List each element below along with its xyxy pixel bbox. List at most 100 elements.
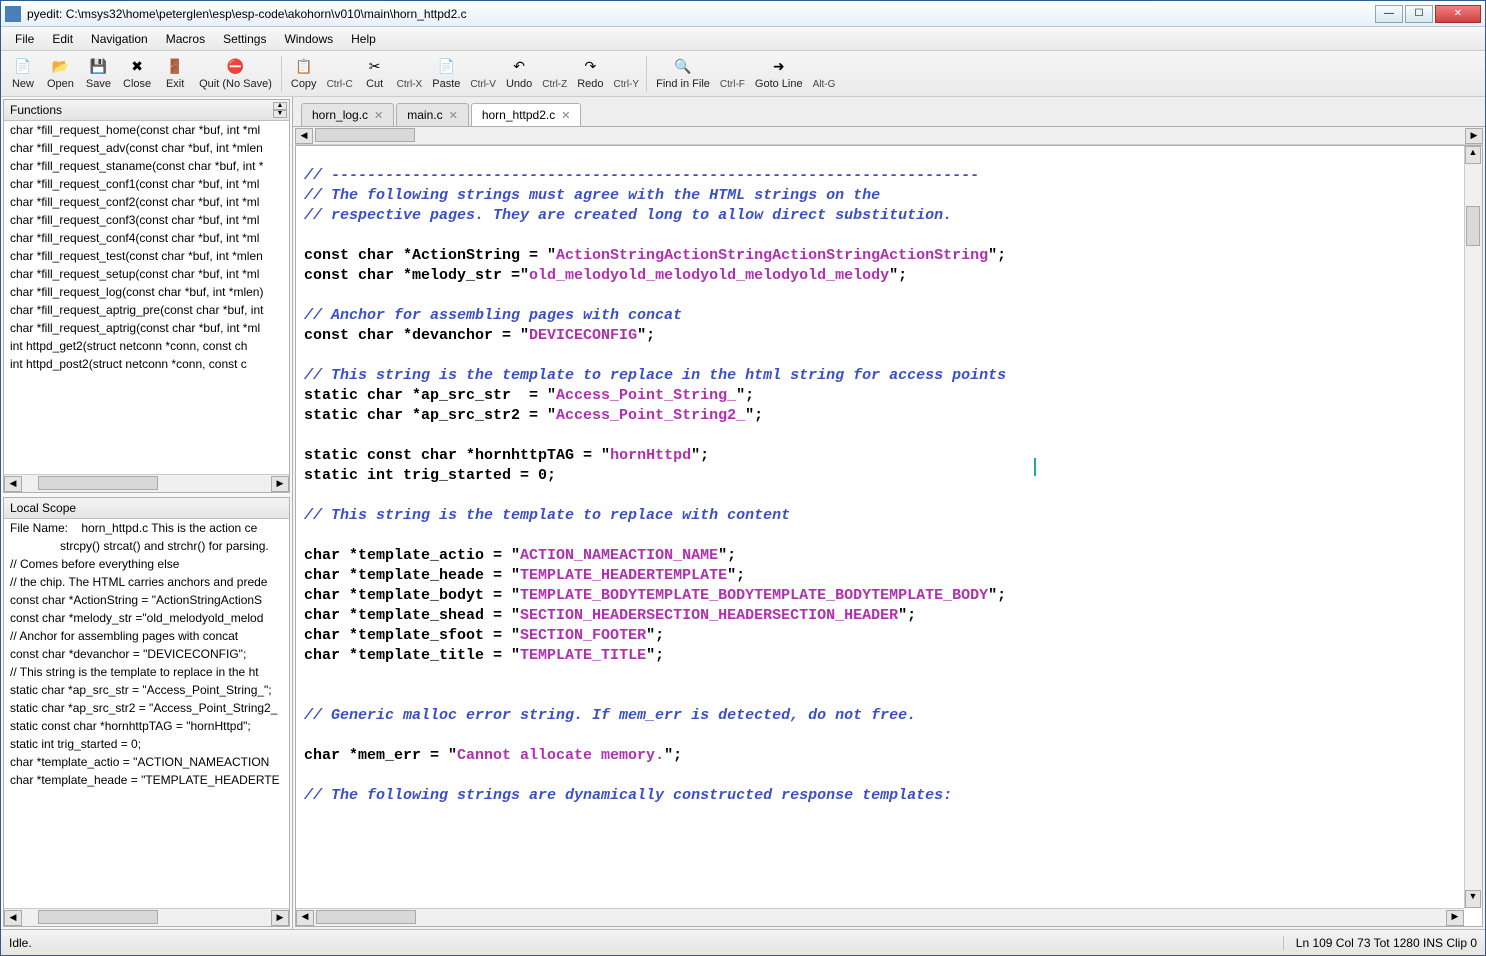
list-item[interactable]: File Name: horn_httpd.c This is the acti…	[4, 519, 289, 537]
cut-icon: ✂	[366, 58, 384, 76]
cut-button[interactable]: ✂Cut	[357, 56, 393, 92]
copy-button[interactable]: 📋Copy	[285, 56, 323, 92]
editor-vscroll[interactable]: ▲ ▼	[1464, 146, 1482, 908]
list-item[interactable]: // This string is the template to replac…	[4, 663, 289, 681]
paste-icon: 📄	[437, 58, 455, 76]
list-item[interactable]: char *fill_request_aptrig(const char *bu…	[4, 319, 289, 337]
list-item[interactable]: char *template_heade = "TEMPLATE_HEADERT…	[4, 771, 289, 789]
list-item[interactable]: // Anchor for assembling pages with conc…	[4, 627, 289, 645]
close-tab-icon[interactable]: ✕	[561, 109, 570, 122]
tab-main[interactable]: main.c✕	[396, 103, 469, 126]
functions-panel: Functions ▲▼ char *fill_request_home(con…	[3, 99, 290, 493]
list-item[interactable]: char *fill_request_conf3(const char *buf…	[4, 211, 289, 229]
list-item[interactable]: char *fill_request_conf1(const char *buf…	[4, 175, 289, 193]
new-button[interactable]: 📄New	[5, 56, 41, 92]
paste-button[interactable]: 📄Paste	[426, 56, 466, 92]
goto-line-button[interactable]: ➜Goto Line	[749, 56, 809, 92]
list-item[interactable]: static int trig_started = 0;	[4, 735, 289, 753]
functions-header: Functions ▲▼	[4, 100, 289, 121]
list-item[interactable]: const char *devanchor = "DEVICECONFIG";	[4, 645, 289, 663]
list-item[interactable]: char *fill_request_setup(const char *buf…	[4, 265, 289, 283]
list-item[interactable]: char *fill_request_conf4(const char *buf…	[4, 229, 289, 247]
list-item[interactable]: int httpd_get2(struct netconn *conn, con…	[4, 337, 289, 355]
list-item[interactable]: static char *ap_src_str2 = "Access_Point…	[4, 699, 289, 717]
menu-navigation[interactable]: Navigation	[83, 29, 156, 49]
list-item[interactable]: const char *melody_str ="old_melodyold_m…	[4, 609, 289, 627]
list-item[interactable]: char *fill_request_aptrig_pre(const char…	[4, 301, 289, 319]
quit-nosave-button[interactable]: ⛔Quit (No Save)	[193, 56, 278, 92]
list-item[interactable]: // the chip. The HTML carries anchors an…	[4, 573, 289, 591]
scroll-left-icon[interactable]: ◀	[296, 910, 314, 926]
scroll-down-icon[interactable]: ▼	[273, 110, 287, 118]
scroll-left-icon[interactable]: ◀	[295, 128, 313, 144]
close-file-button[interactable]: ✖Close	[117, 56, 157, 92]
list-item[interactable]: char *fill_request_log(const char *buf, …	[4, 283, 289, 301]
scroll-right-icon[interactable]: ▶	[271, 476, 289, 492]
list-item[interactable]: char *fill_request_adv(const char *buf, …	[4, 139, 289, 157]
menu-macros[interactable]: Macros	[158, 29, 213, 49]
close-tab-icon[interactable]: ✕	[449, 109, 458, 122]
scroll-down-icon[interactable]: ▼	[1465, 890, 1481, 908]
status-message: Idle.	[9, 936, 1283, 950]
exit-button[interactable]: 🚪Exit	[157, 56, 193, 92]
functions-list[interactable]: char *fill_request_home(const char *buf,…	[4, 121, 289, 474]
scroll-thumb[interactable]	[1466, 206, 1480, 246]
hscrollbar[interactable]: ◀▶	[4, 474, 289, 492]
menu-help[interactable]: Help	[343, 29, 384, 49]
maximize-button[interactable]: ☐	[1405, 5, 1433, 23]
menu-file[interactable]: File	[7, 29, 42, 49]
menubar: File Edit Navigation Macros Settings Win…	[1, 27, 1485, 51]
scroll-thumb[interactable]	[315, 128, 415, 142]
open-button[interactable]: 📂Open	[41, 56, 80, 92]
scroll-thumb[interactable]	[38, 910, 158, 924]
app-window: pyedit: C:\msys32\home\peterglen\esp\esp…	[0, 0, 1486, 956]
list-item[interactable]: int httpd_post2(struct netconn *conn, co…	[4, 355, 289, 373]
menu-edit[interactable]: Edit	[44, 29, 81, 49]
editor-area: horn_log.c✕ main.c✕ horn_httpd2.c✕ ◀ ▶ /…	[293, 97, 1485, 929]
code-content[interactable]: // -------------------------------------…	[296, 146, 1482, 814]
app-icon	[5, 6, 21, 22]
scroll-thumb[interactable]	[316, 910, 416, 924]
find-button[interactable]: 🔍Find in File	[650, 56, 716, 92]
tab-horn-httpd2[interactable]: horn_httpd2.c✕	[471, 103, 582, 126]
main-area: Functions ▲▼ char *fill_request_home(con…	[1, 97, 1485, 929]
separator	[646, 56, 647, 92]
close-button[interactable]: ✕	[1435, 5, 1481, 23]
list-item[interactable]: static const char *hornhttpTAG = "hornHt…	[4, 717, 289, 735]
scroll-right-icon[interactable]: ▶	[1465, 128, 1483, 144]
save-button[interactable]: 💾Save	[80, 56, 117, 92]
hscrollbar[interactable]: ◀▶	[4, 908, 289, 926]
code-editor[interactable]: // -------------------------------------…	[295, 145, 1483, 927]
tab-horn-log[interactable]: horn_log.c✕	[301, 103, 394, 126]
list-item[interactable]: char *fill_request_conf2(const char *buf…	[4, 193, 289, 211]
list-item[interactable]: char *fill_request_home(const char *buf,…	[4, 121, 289, 139]
list-item[interactable]: char *fill_request_staname(const char *b…	[4, 157, 289, 175]
list-item[interactable]: char *fill_request_test(const char *buf,…	[4, 247, 289, 265]
menu-windows[interactable]: Windows	[276, 29, 341, 49]
close-tab-icon[interactable]: ✕	[374, 109, 383, 122]
menu-settings[interactable]: Settings	[215, 29, 274, 49]
titlebar[interactable]: pyedit: C:\msys32\home\peterglen\esp\esp…	[1, 1, 1485, 27]
scroll-up-icon[interactable]: ▲	[273, 102, 287, 110]
scroll-left-icon[interactable]: ◀	[4, 910, 22, 926]
undo-button[interactable]: ↶Undo	[500, 56, 538, 92]
close-icon: ✖	[128, 58, 146, 76]
list-item[interactable]: const char *ActionString = "ActionString…	[4, 591, 289, 609]
window-title: pyedit: C:\msys32\home\peterglen\esp\esp…	[27, 7, 1375, 21]
scroll-right-icon[interactable]: ▶	[1446, 910, 1464, 926]
list-item[interactable]: char *template_actio = "ACTION_NAMEACTIO…	[4, 753, 289, 771]
scroll-up-icon[interactable]: ▲	[1465, 146, 1481, 164]
editor-hscroll-top[interactable]: ◀ ▶	[295, 127, 1483, 145]
scroll-thumb[interactable]	[38, 476, 158, 490]
list-item[interactable]: static char *ap_src_str = "Access_Point_…	[4, 681, 289, 699]
local-scope-panel: Local Scope File Name: horn_httpd.c This…	[3, 497, 290, 927]
minimize-button[interactable]: —	[1375, 5, 1403, 23]
scope-list[interactable]: File Name: horn_httpd.c This is the acti…	[4, 519, 289, 908]
editor-hscroll-bottom[interactable]: ◀ ▶	[296, 908, 1464, 926]
left-sidebar: Functions ▲▼ char *fill_request_home(con…	[1, 97, 293, 929]
list-item[interactable]: // Comes before everything else	[4, 555, 289, 573]
scroll-right-icon[interactable]: ▶	[271, 910, 289, 926]
list-item[interactable]: strcpy() strcat() and strchr() for parsi…	[4, 537, 289, 555]
scroll-left-icon[interactable]: ◀	[4, 476, 22, 492]
redo-button[interactable]: ↷Redo	[571, 56, 609, 92]
